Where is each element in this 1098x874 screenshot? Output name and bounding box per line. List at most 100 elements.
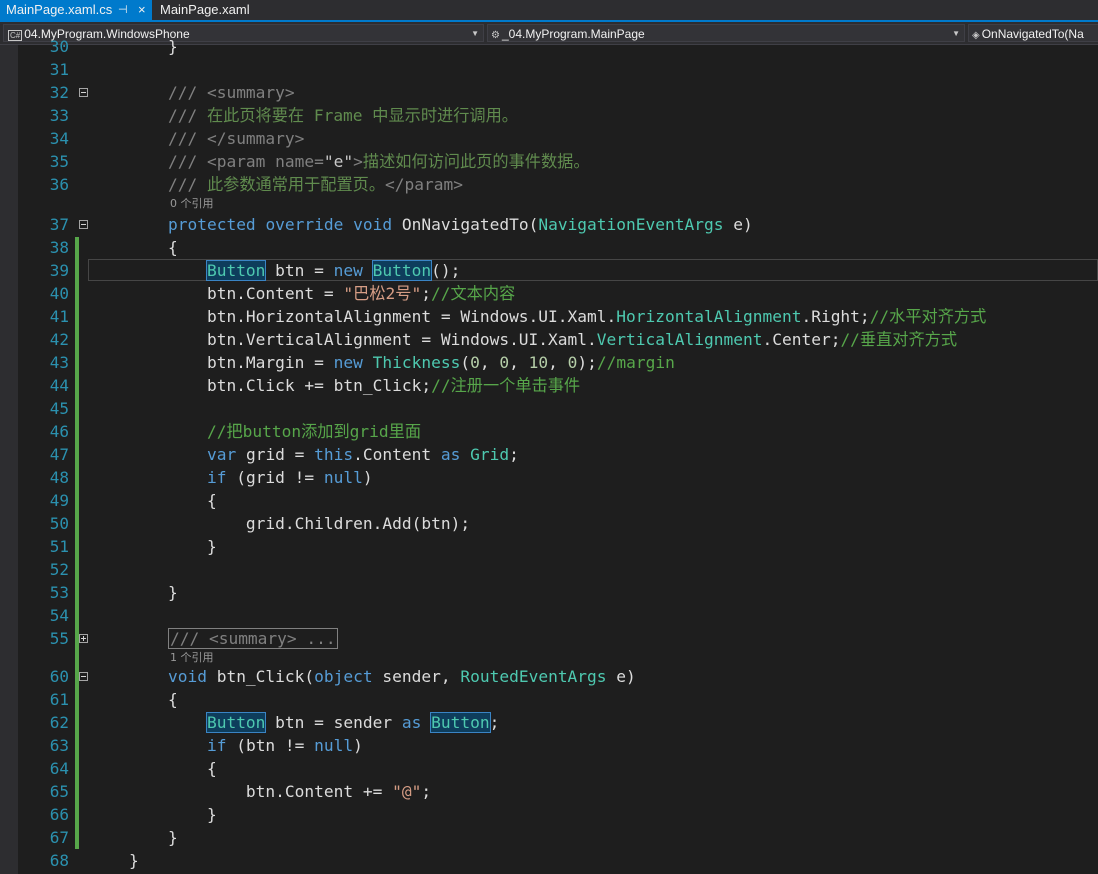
close-icon[interactable]: × [138,0,146,20]
code-line[interactable]: 35 /// <param name="e">描述如何访问此页的事件数据。 [0,150,1098,173]
code-line[interactable]: 66 } [0,803,1098,826]
code-line[interactable]: 49 { [0,489,1098,512]
code-line[interactable]: 67 } [0,826,1098,849]
tab-mainpage-xaml-cs[interactable]: MainPage.xaml.cs ⊣ × [0,0,152,20]
code-token: ; [489,713,500,732]
code-token: <param name= [206,152,324,171]
code-token: btn.HorizontalAlignment = Windows.UI.Xam… [90,307,617,326]
line-number: 66 [49,805,69,824]
line-number: 55 [49,629,69,648]
line-number: 31 [49,60,69,79]
code-token: Grid [470,445,510,464]
code-line[interactable]: 63 if (btn != null) [0,734,1098,757]
line-number: 36 [49,175,69,194]
line-number: 52 [49,560,69,579]
code-token: 10 [528,353,549,372]
code-line[interactable]: 41 btn.HorizontalAlignment = Windows.UI.… [0,305,1098,328]
code-line[interactable]: 46 //把button添加到grid里面 [0,420,1098,443]
code-token: ; [509,445,519,464]
code-token: { [90,238,178,257]
code-token: "e" [323,152,354,171]
code-line[interactable]: 45 [0,397,1098,420]
code-token: , [548,353,568,372]
code-token: /// [167,83,207,102]
line-number: 67 [49,828,69,847]
code-line[interactable]: 48 if (grid != null) [0,466,1098,489]
code-line[interactable]: 53 } [0,581,1098,604]
code-line[interactable]: 31 [0,58,1098,81]
expand-region-icon[interactable] [79,634,88,643]
line-number: 54 [49,606,69,625]
code-line[interactable]: 39 Button btn = new Button(); [0,259,1098,282]
code-line[interactable]: 36 /// 此参数通常用于配置页。</param> [0,173,1098,196]
code-line[interactable]: 64 { [0,757,1098,780]
code-line[interactable]: 38 { [0,236,1098,259]
code-line[interactable]: 44 btn.Click += btn_Click;//注册一个单击事件 [0,374,1098,397]
codelens-references-ondnavigatedto[interactable]: 0 个引用 [170,197,214,211]
code-line[interactable]: 61 { [0,688,1098,711]
line-number: 44 [49,376,69,395]
code-line[interactable]: 62 Button btn = sender as Button; [0,711,1098,734]
code-line[interactable]: 40 btn.Content = "巴松2号";//文本内容 [0,282,1098,305]
code-token: Button [371,260,433,281]
code-line[interactable]: 68 } [0,849,1098,872]
code-line[interactable]: 47 var grid = this.Content as Grid; [0,443,1098,466]
code-token: OnNavigatedTo( [392,215,539,234]
code-text: Button btn = sender as Button; [90,711,499,734]
collapse-region-icon[interactable] [79,220,88,229]
code-token: btn_Click( [206,667,315,686]
code-line[interactable]: 51 } [0,535,1098,558]
line-number: 34 [49,129,69,148]
code-text: } [90,826,178,849]
code-text: { [90,489,217,512]
code-line[interactable]: 60 void btn_Click(object sender, RoutedE… [0,665,1098,688]
code-token: sender, [372,667,461,686]
code-token: as [440,445,461,464]
code-token: { [90,491,217,510]
code-text: Button btn = new Button(); [90,259,460,282]
code-line[interactable]: 30 } [0,35,1098,58]
collapse-region-icon[interactable] [79,88,88,97]
code-token: } [90,828,178,847]
code-line[interactable]: 34 /// </summary> [0,127,1098,150]
code-line[interactable]: 50 grid.Children.Add(btn); [0,512,1098,535]
collapse-region-icon[interactable] [79,672,88,681]
code-text: /// 在此页将要在 Frame 中显示时进行调用。 [90,104,518,127]
line-number: 68 [49,851,69,870]
code-line[interactable]: 55 /// <summary> ... [0,627,1098,650]
code-token: "@" [392,782,422,801]
code-editor[interactable]: 30 } 31 32 /// <summary> 33 /// 在此页将要在 Fram… [0,37,1098,874]
line-number: 61 [49,690,69,709]
code-line[interactable]: 33 /// 在此页将要在 Frame 中显示时进行调用。 [0,104,1098,127]
tab-mainpage-xaml[interactable]: MainPage.xaml [154,0,264,20]
code-token: } [90,805,217,824]
code-token: //水平对齐方式 [869,307,987,326]
code-token: > [353,152,363,171]
code-line[interactable]: 42 btn.VerticalAlignment = Windows.UI.Xa… [0,328,1098,351]
line-number: 46 [49,422,69,441]
code-line[interactable]: 65 btn.Content += "@"; [0,780,1098,803]
code-text: /// <param name="e">描述如何访问此页的事件数据。 [90,150,590,173]
code-line[interactable]: 37 protected override void OnNavigatedTo… [0,213,1098,236]
codelens-references-btn-click[interactable]: 1 个引用 [170,651,214,665]
line-number: 42 [49,330,69,349]
code-line[interactable]: 43 btn.Margin = new Thickness(0, 0, 10, … [0,351,1098,374]
code-token: , [479,353,500,372]
code-line[interactable]: 54 [0,604,1098,627]
code-line[interactable]: 52 [0,558,1098,581]
code-token[interactable]: /// <summary> ... [167,628,338,649]
code-token: VerticalAlignment [596,330,763,349]
line-number: 60 [49,667,69,686]
pin-icon[interactable]: ⊣ [118,0,128,20]
code-line[interactable]: 32 /// <summary> [0,81,1098,104]
line-number: 53 [49,583,69,602]
tab-label: MainPage.xaml [160,2,250,17]
